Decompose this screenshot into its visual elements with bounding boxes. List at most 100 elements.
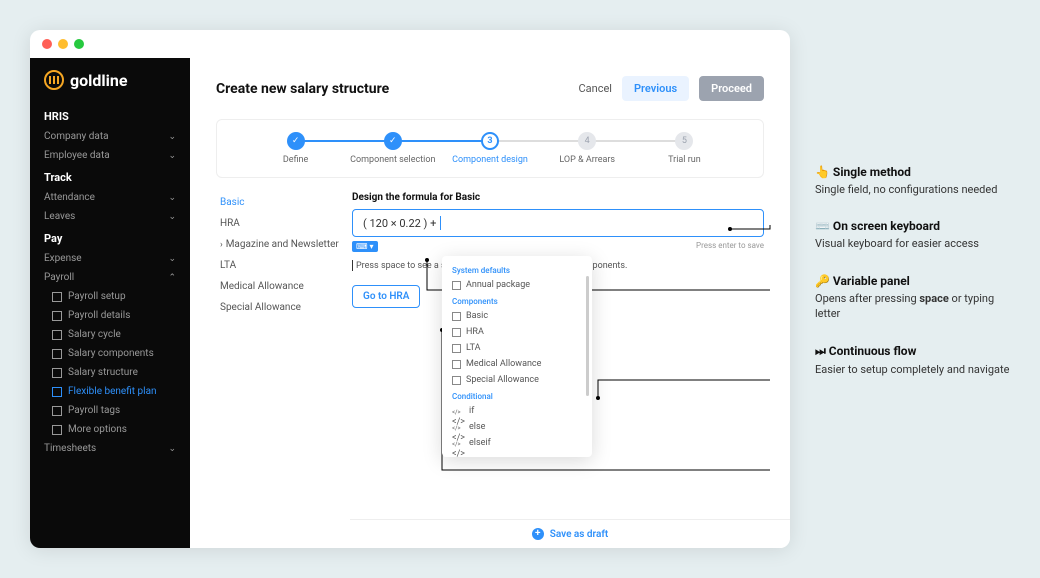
step-circle: 4 <box>578 132 596 150</box>
proceed-button[interactable]: Proceed <box>699 76 764 101</box>
callout-title: ⌨️ On screen keyboard <box>815 219 1010 233</box>
sidebar-subitem[interactable]: Salary structure <box>30 363 190 382</box>
save-draft-label: Save as draft <box>550 529 609 540</box>
component-item[interactable]: HRA <box>216 213 346 234</box>
component-item[interactable]: LTA <box>216 255 346 276</box>
component-item[interactable]: Medical Allowance <box>216 276 346 297</box>
file-icon <box>452 281 461 290</box>
dropdown-item[interactable]: HRA <box>442 324 592 340</box>
dropdown-item[interactable]: LTA <box>442 340 592 356</box>
component-item[interactable]: Basic <box>216 192 346 213</box>
enter-hint: Press enter to save <box>696 241 764 252</box>
text-cursor <box>440 216 441 230</box>
step-label: Trial run <box>668 155 701 165</box>
sidebar: goldline HRISCompany data⌄Employee data⌄… <box>30 58 190 548</box>
sidebar-item[interactable]: Expense⌄ <box>30 249 190 268</box>
sidebar-subitem[interactable]: More options <box>30 420 190 439</box>
chevron-up-icon: ⌃ <box>168 273 176 283</box>
titlebar <box>30 30 790 58</box>
logo: goldline <box>30 70 190 104</box>
step[interactable]: 5 Trial run <box>636 132 733 165</box>
step-circle: 5 <box>675 132 693 150</box>
app-window: goldline HRISCompany data⌄Employee data⌄… <box>30 30 790 548</box>
step[interactable]: ✓ Component selection <box>344 132 441 165</box>
keyboard-badge[interactable]: ⌨ ▾ <box>352 241 378 252</box>
step-circle: ✓ <box>384 132 402 150</box>
page-icon <box>52 406 62 416</box>
step-label: Component selection <box>350 155 435 165</box>
suggestions-dropdown[interactable]: System defaultsAnnual packageComponentsB… <box>442 256 592 457</box>
previous-button[interactable]: Previous <box>622 76 689 101</box>
step[interactable]: ✓ Define <box>247 132 344 165</box>
sidebar-item[interactable]: Leaves⌄ <box>30 207 190 226</box>
page-icon <box>52 425 62 435</box>
component-item[interactable]: Special Allowance <box>216 297 346 318</box>
sidebar-subitem[interactable]: Payroll details <box>30 306 190 325</box>
callout-desc: Opens after pressing space or typing let… <box>815 291 1010 322</box>
dropdown-section-label: System defaults <box>442 262 592 277</box>
file-icon <box>452 376 461 385</box>
sidebar-item[interactable]: Timesheets⌄ <box>30 439 190 458</box>
file-icon <box>452 344 461 353</box>
sidebar-item[interactable]: Company data⌄ <box>30 127 190 146</box>
page-icon <box>52 292 62 302</box>
step-circle: 3 <box>481 132 499 150</box>
sidebar-item[interactable]: Employee data⌄ <box>30 146 190 165</box>
maximize-icon[interactable] <box>74 39 84 49</box>
chevron-down-icon: ⌄ <box>168 212 176 222</box>
page-icon <box>52 330 62 340</box>
formula-input[interactable]: ( 120 × 0.22 ) + <box>352 209 764 237</box>
code-icon: </> <box>452 407 464 416</box>
callouts-panel: 👆 Single methodSingle field, no configur… <box>815 30 1010 399</box>
close-icon[interactable] <box>42 39 52 49</box>
dropdown-item[interactable]: Special Allowance <box>442 372 592 388</box>
page-header: Create new salary structure Cancel Previ… <box>190 58 790 113</box>
page-icon <box>52 368 62 378</box>
callout-desc: Easier to setup completely and navigate <box>815 362 1010 377</box>
step-circle: ✓ <box>287 132 305 150</box>
dropdown-item[interactable]: </>if <box>442 403 592 419</box>
designer-title: Design the formula for Basic <box>352 192 764 203</box>
callout: ⌨️ On screen keyboard Visual keyboard for… <box>815 219 1010 251</box>
sidebar-subitem[interactable]: Flexible benefit plan <box>30 382 190 401</box>
dropdown-item[interactable]: Medical Allowance <box>442 356 592 372</box>
code-icon: </> <box>452 423 464 432</box>
chevron-down-icon: ⌄ <box>168 254 176 264</box>
go-to-next-button[interactable]: Go to HRA <box>352 285 420 308</box>
file-icon <box>452 312 461 321</box>
dropdown-item[interactable]: Annual package <box>442 277 592 293</box>
sidebar-subitem[interactable]: Salary components <box>30 344 190 363</box>
cancel-button[interactable]: Cancel <box>579 82 612 95</box>
file-icon <box>452 328 461 337</box>
file-icon <box>452 360 461 369</box>
dropdown-section-label: Conditional <box>442 388 592 403</box>
dropdown-scrollbar[interactable] <box>586 276 589 396</box>
sidebar-item[interactable]: Payroll⌃ <box>30 268 190 287</box>
sidebar-item[interactable]: Attendance⌄ <box>30 188 190 207</box>
sidebar-subitem[interactable]: Payroll setup <box>30 287 190 306</box>
chevron-down-icon: ⌄ <box>168 444 176 454</box>
chevron-down-icon: ⌄ <box>168 132 176 142</box>
step-label: Define <box>283 155 308 165</box>
callout: ⏭ Continuous flowEasier to setup complet… <box>815 344 1010 377</box>
dropdown-item[interactable]: Basic <box>442 308 592 324</box>
sidebar-section-label: Pay <box>30 226 190 249</box>
callout-title: 👆 Single method <box>815 165 1010 179</box>
sidebar-subitem[interactable]: Payroll tags <box>30 401 190 420</box>
step[interactable]: 4 LOP & Arrears <box>539 132 636 165</box>
sidebar-section-label: HRIS <box>30 104 190 127</box>
step-label: LOP & Arrears <box>559 155 615 165</box>
page-icon <box>52 349 62 359</box>
step[interactable]: 3Component design <box>441 132 538 165</box>
sidebar-subitem[interactable]: Salary cycle <box>30 325 190 344</box>
page-icon <box>52 387 62 397</box>
callout-title: 🔑 Variable panel <box>815 274 1010 288</box>
logo-icon <box>44 70 64 90</box>
callout-desc: Visual keyboard for easier access <box>815 236 1010 251</box>
page-title: Create new salary structure <box>216 81 389 97</box>
sidebar-section-label: Track <box>30 165 190 188</box>
component-item[interactable]: Magazine and Newsletter <box>216 234 346 255</box>
page-icon <box>52 311 62 321</box>
save-draft-button[interactable]: + Save as draft <box>532 528 609 540</box>
minimize-icon[interactable] <box>58 39 68 49</box>
